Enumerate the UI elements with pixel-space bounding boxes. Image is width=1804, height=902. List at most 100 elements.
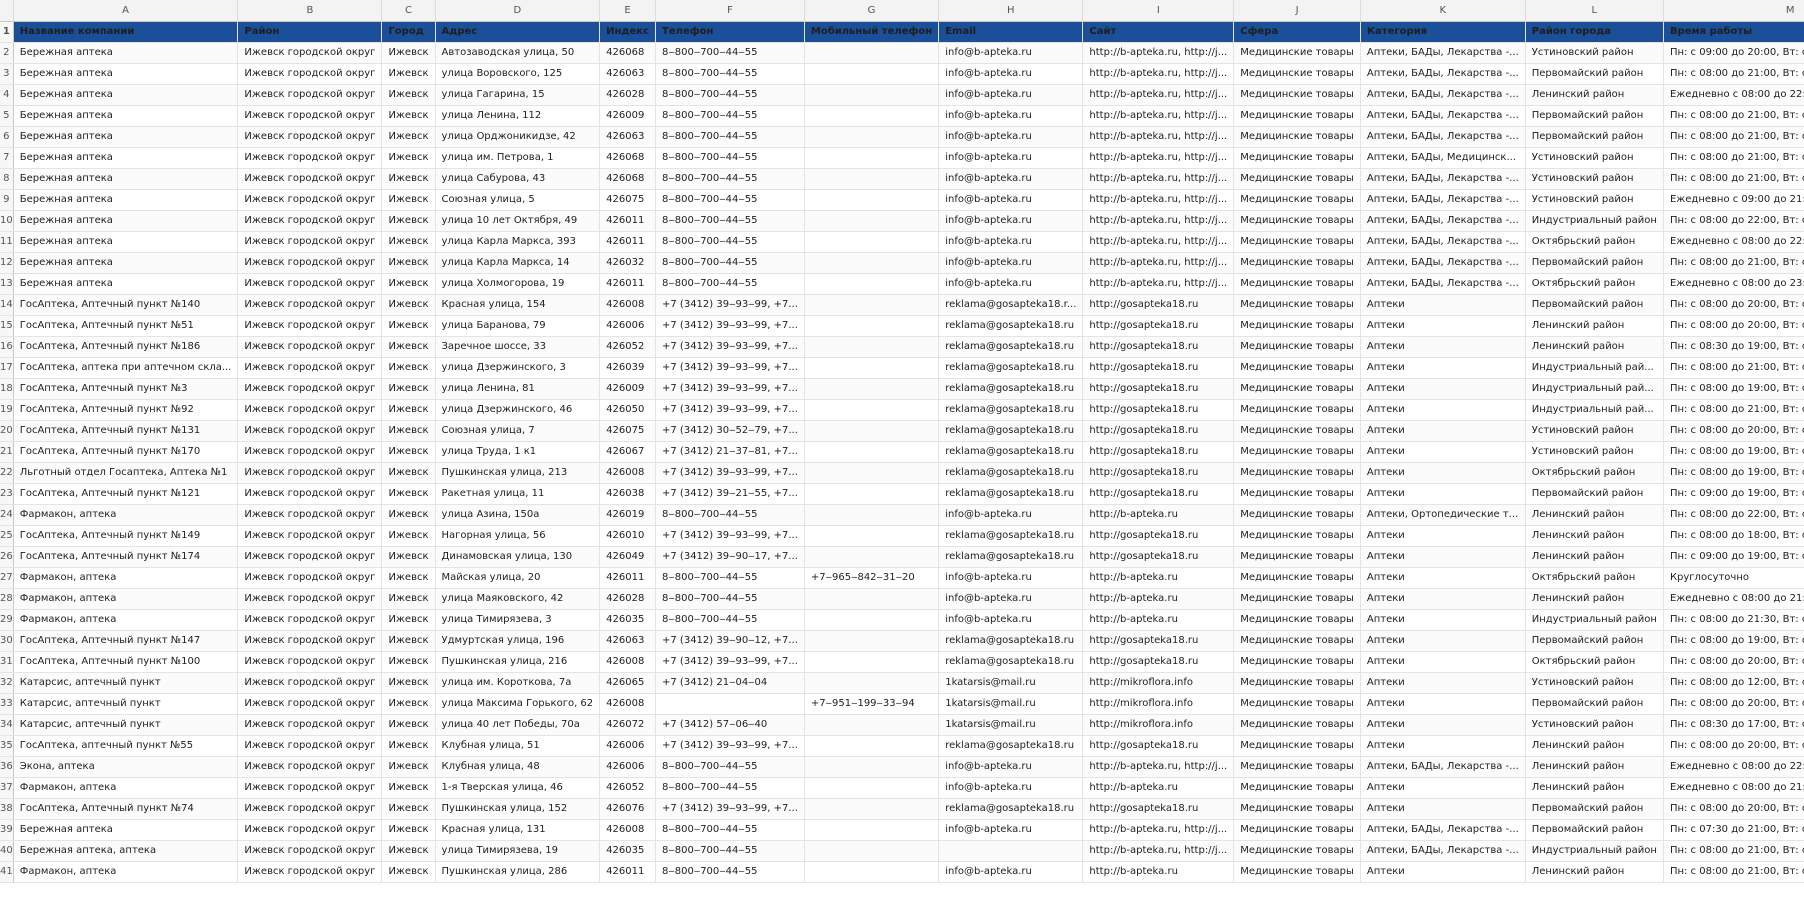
cell[interactable]: ГосАптека, Аптечный пункт №149 xyxy=(13,525,239,547)
cell[interactable]: Пн: с 08:00 до 20:00, Вт: с 08:00 до 20:… xyxy=(1663,735,1804,757)
row-number[interactable]: 8 xyxy=(0,168,14,190)
cell[interactable]: 426028 xyxy=(599,588,657,610)
cell[interactable]: Медицинские товары xyxy=(1233,357,1361,379)
cell[interactable] xyxy=(804,315,940,337)
cell[interactable]: 426006 xyxy=(599,756,657,778)
cell[interactable]: Индустриальный рай... xyxy=(1525,357,1664,379)
cell[interactable]: Ленинский район xyxy=(1525,756,1664,778)
cell[interactable]: Ижевск xyxy=(381,84,436,106)
cell[interactable]: Медицинские товары xyxy=(1233,756,1361,778)
cell[interactable] xyxy=(804,819,940,841)
cell[interactable]: Аптеки xyxy=(1360,693,1526,715)
header-cell[interactable]: Адрес xyxy=(435,21,601,43)
cell[interactable]: Ежедневно с 08:00 до 21:00 xyxy=(1663,777,1804,799)
row-number[interactable]: 20 xyxy=(0,420,14,442)
cell[interactable]: Ежедневно с 08:00 до 22:00 xyxy=(1663,84,1804,106)
cell[interactable]: улица им. Короткова, 7а xyxy=(435,672,601,694)
cell[interactable]: 426008 xyxy=(599,693,657,715)
cell[interactable]: Нагорная улица, 56 xyxy=(435,525,601,547)
cell[interactable]: Аптеки, БАДы, Лекарства -... xyxy=(1360,42,1526,64)
column-letter-b[interactable]: B xyxy=(237,0,383,22)
cell[interactable] xyxy=(804,672,940,694)
cell[interactable]: Ижевск xyxy=(381,756,436,778)
cell[interactable]: Устиновский район xyxy=(1525,42,1664,64)
cell[interactable]: Клубная улица, 51 xyxy=(435,735,601,757)
cell[interactable]: info@b-apteka.ru xyxy=(938,84,1084,106)
cell[interactable]: 426068 xyxy=(599,168,657,190)
row-number[interactable]: 10 xyxy=(0,210,14,232)
cell[interactable]: Ежедневно с 08:00 до 22:00 xyxy=(1663,231,1804,253)
cell[interactable]: Пн: с 07:30 до 21:00, Вт: с 07:30 до 21:… xyxy=(1663,819,1804,841)
cell[interactable]: Экона, аптека xyxy=(13,756,239,778)
cell[interactable]: Первомайский район xyxy=(1525,252,1664,274)
cell[interactable]: Медицинские товары xyxy=(1233,504,1361,526)
row-number[interactable]: 34 xyxy=(0,714,14,736)
cell[interactable]: +7 (3412) 39‒93‒99, +7... xyxy=(655,294,805,316)
cell[interactable]: Аптеки xyxy=(1360,714,1526,736)
cell[interactable]: Бережная аптека xyxy=(13,105,239,127)
cell[interactable]: Аптеки xyxy=(1360,735,1526,757)
cell[interactable] xyxy=(804,546,940,568)
cell[interactable]: http://b-apteka.ru xyxy=(1082,567,1235,589)
cell[interactable]: Пн: с 08:00 до 19:00, Вт: с 08:00 до 19:… xyxy=(1663,441,1804,463)
cell[interactable] xyxy=(804,357,940,379)
cell[interactable]: 426049 xyxy=(599,546,657,568)
cell[interactable]: Пн: с 08:00 до 21:00, Вт: с 08:00 до 21:… xyxy=(1663,168,1804,190)
cell[interactable] xyxy=(804,189,940,211)
cell[interactable]: Ижевск городской округ xyxy=(237,168,383,190)
cell[interactable]: +7 (3412) 39‒93‒99, +7... xyxy=(655,336,805,358)
cell[interactable]: 426010 xyxy=(599,525,657,547)
cell[interactable]: Ижевск городской округ xyxy=(237,126,383,148)
cell[interactable]: reklama@gosapteka18.ru xyxy=(938,378,1084,400)
cell[interactable]: +7 (3412) 21‒04‒04 xyxy=(655,672,805,694)
cell[interactable]: Медицинские товары xyxy=(1233,189,1361,211)
row-number[interactable]: 12 xyxy=(0,252,14,274)
cell[interactable]: Бережная аптека xyxy=(13,168,239,190)
cell[interactable]: 426011 xyxy=(599,273,657,295)
cell[interactable]: Бережная аптека xyxy=(13,252,239,274)
cell[interactable]: ГосАптека, аптека при аптечном скла... xyxy=(13,357,239,379)
cell[interactable]: reklama@gosapteka18.ru xyxy=(938,546,1084,568)
cell[interactable]: 8‒800‒700‒44‒55 xyxy=(655,105,805,127)
cell[interactable]: ГосАптека, Аптечный пункт №100 xyxy=(13,651,239,673)
cell[interactable]: Аптеки xyxy=(1360,861,1526,883)
row-number[interactable]: 11 xyxy=(0,231,14,253)
cell[interactable]: http://b-apteka.ru, http://j... xyxy=(1082,273,1235,295)
cell[interactable] xyxy=(804,714,940,736)
cell[interactable]: Медицинские товары xyxy=(1233,315,1361,337)
cell[interactable]: Ижевск городской округ xyxy=(237,609,383,631)
cell[interactable]: 8‒800‒700‒44‒55 xyxy=(655,168,805,190)
cell[interactable]: 8‒800‒700‒44‒55 xyxy=(655,819,805,841)
cell[interactable]: Медицинские товары xyxy=(1233,252,1361,274)
cell[interactable]: Бережная аптека xyxy=(13,273,239,295)
cell[interactable]: Бережная аптека xyxy=(13,84,239,106)
column-letter-k[interactable]: K xyxy=(1360,0,1526,22)
cell[interactable]: улица Холмогорова, 19 xyxy=(435,273,601,295)
cell[interactable]: 8‒800‒700‒44‒55 xyxy=(655,840,805,862)
cell[interactable]: Ижевск городской округ xyxy=(237,105,383,127)
cell[interactable]: info@b-apteka.ru xyxy=(938,147,1084,169)
cell[interactable]: http://gosapteka18.ru xyxy=(1082,798,1235,820)
cell[interactable]: 8‒800‒700‒44‒55 xyxy=(655,126,805,148)
cell[interactable]: Аптеки xyxy=(1360,483,1526,505)
cell[interactable]: Аптеки xyxy=(1360,378,1526,400)
cell[interactable]: +7 (3412) 39‒90‒12, +7... xyxy=(655,630,805,652)
cell[interactable]: улица Тимирязева, 19 xyxy=(435,840,601,862)
row-number[interactable]: 4 xyxy=(0,84,14,106)
cell[interactable]: улица Орджоникидзе, 42 xyxy=(435,126,601,148)
column-letter-f[interactable]: F xyxy=(655,0,805,22)
cell[interactable]: Пн: с 08:00 до 21:00, Вт: с 08:00 до 21:… xyxy=(1663,63,1804,85)
cell[interactable]: Ижевск xyxy=(381,861,436,883)
cell[interactable]: Октябрьский район xyxy=(1525,462,1664,484)
cell[interactable]: Ижевск xyxy=(381,546,436,568)
cell[interactable]: +7 (3412) 39‒93‒99, +7... xyxy=(655,357,805,379)
cell[interactable]: 426011 xyxy=(599,567,657,589)
cell[interactable]: Фармакон, аптека xyxy=(13,777,239,799)
cell[interactable]: Ижевск городской округ xyxy=(237,525,383,547)
header-cell[interactable]: Время работы xyxy=(1663,21,1804,43)
cell[interactable]: Ленинский район xyxy=(1525,336,1664,358)
row-number[interactable]: 36 xyxy=(0,756,14,778)
cell[interactable]: +7 (3412) 39‒93‒99, +7... xyxy=(655,462,805,484)
header-cell[interactable]: Индекс xyxy=(599,21,657,43)
cell[interactable]: 426039 xyxy=(599,357,657,379)
